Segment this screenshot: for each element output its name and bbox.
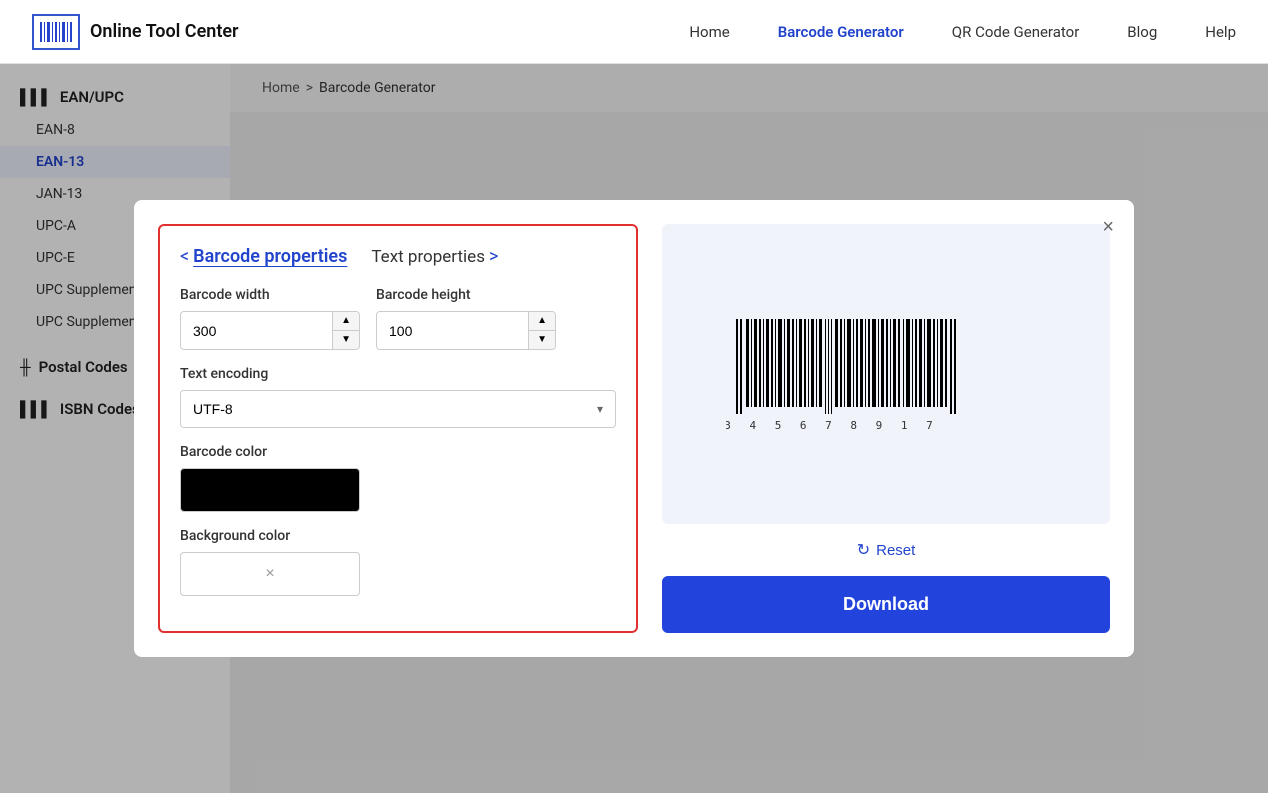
background-color-label: Background color (180, 528, 616, 544)
tab-text-properties[interactable]: Text properties (371, 247, 485, 267)
site-title: Online Tool Center (90, 21, 239, 42)
barcode-width-increment[interactable]: ▲ (333, 312, 359, 331)
text-encoding-select[interactable]: UTF-8 ISO-8859-1 ASCII (181, 391, 585, 427)
tab-prev-button[interactable]: < (180, 246, 189, 267)
select-arrow-icon: ▾ (585, 402, 615, 416)
modal-body: < Barcode properties Text properties > B… (158, 224, 1110, 633)
barcode-height-label: Barcode height (376, 287, 556, 303)
dimensions-row: Barcode width ▲ ▼ Barcode height (180, 287, 616, 350)
header: Online Tool Center Home Barcode Generato… (0, 0, 1268, 64)
modal: × < Barcode properties Text properties >… (134, 200, 1134, 657)
download-button[interactable]: Download (662, 576, 1110, 633)
modal-close-button[interactable]: × (1102, 216, 1114, 239)
barcode-height-field: Barcode height ▲ ▼ (376, 287, 556, 350)
nav-home[interactable]: Home (689, 23, 729, 41)
text-encoding-label: Text encoding (180, 366, 616, 382)
properties-panel: < Barcode properties Text properties > B… (158, 224, 638, 633)
barcode-width-spinners: ▲ ▼ (332, 312, 359, 349)
barcode-height-increment[interactable]: ▲ (529, 312, 555, 331)
main-nav: Home Barcode Generator QR Code Generator… (689, 23, 1236, 41)
logo-icon (32, 14, 80, 50)
background-color-clear-button[interactable]: × (265, 565, 274, 583)
nav-qr-code-generator[interactable]: QR Code Generator (952, 23, 1080, 41)
barcode-height-input-group[interactable]: ▲ ▼ (376, 311, 556, 350)
barcode-color-swatch[interactable] (180, 468, 360, 512)
tab-barcode-properties[interactable]: Barcode properties (193, 246, 347, 267)
barcode-width-field: Barcode width ▲ ▼ (180, 287, 360, 350)
barcode-width-decrement[interactable]: ▼ (333, 331, 359, 349)
barcode-width-input-group[interactable]: ▲ ▼ (180, 311, 360, 350)
svg-text:9 7 7 2 3 4 5 6 7 8 9 1 7: 9 7 7 2 3 4 5 6 7 8 9 1 7 (726, 419, 939, 432)
barcode-svg: 9 7 7 2 3 4 5 6 7 8 9 1 7 (726, 314, 1046, 434)
barcode-color-label: Barcode color (180, 444, 616, 460)
reset-label: Reset (876, 542, 915, 559)
barcode-height-decrement[interactable]: ▼ (529, 331, 555, 349)
reset-row: ↻ Reset (662, 540, 1110, 560)
tab-next-button[interactable]: > (489, 246, 498, 267)
barcode-width-label: Barcode width (180, 287, 360, 303)
text-encoding-select-group[interactable]: UTF-8 ISO-8859-1 ASCII ▾ (180, 390, 616, 428)
nav-help[interactable]: Help (1205, 23, 1236, 41)
barcode-width-input[interactable] (181, 312, 332, 349)
logo-area: Online Tool Center (32, 14, 239, 50)
barcode-svg-container: 9 7 7 2 3 4 5 6 7 8 9 1 7 (726, 314, 1046, 434)
modal-overlay: × < Barcode properties Text properties >… (0, 64, 1268, 793)
reset-button[interactable]: ↻ Reset (857, 540, 916, 560)
preview-panel: 9 7 7 2 3 4 5 6 7 8 9 1 7 ↻ Reset Downlo… (662, 224, 1110, 633)
barcode-height-spinners: ▲ ▼ (528, 312, 555, 349)
reset-icon: ↻ (857, 540, 870, 560)
background-color-input[interactable]: × (180, 552, 360, 596)
barcode-preview-area: 9 7 7 2 3 4 5 6 7 8 9 1 7 (662, 224, 1110, 524)
nav-barcode-generator[interactable]: Barcode Generator (778, 23, 904, 41)
barcode-height-input[interactable] (377, 312, 528, 349)
tab-row: < Barcode properties Text properties > (180, 246, 616, 267)
nav-blog[interactable]: Blog (1127, 23, 1157, 41)
